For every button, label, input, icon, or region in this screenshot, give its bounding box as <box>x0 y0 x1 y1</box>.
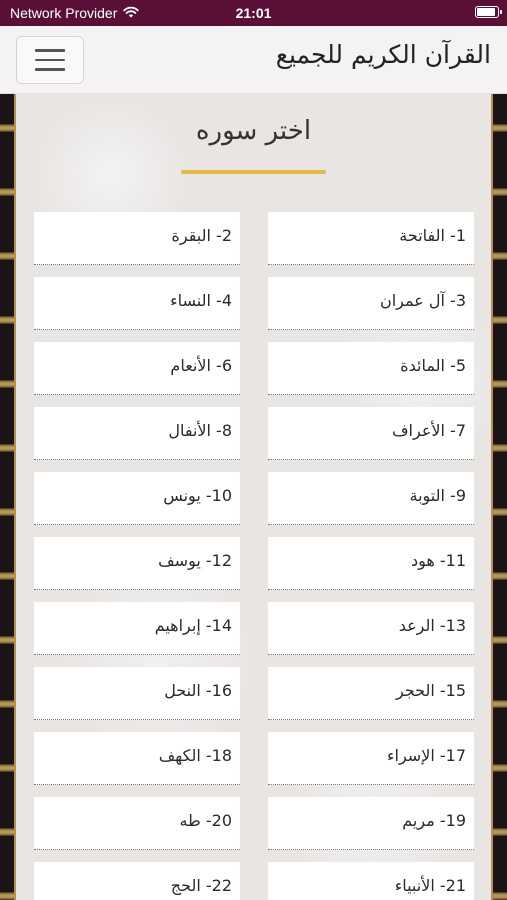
surah-item[interactable]: 15- الحجر <box>268 667 474 720</box>
surah-label: 3- آل عمران <box>379 291 466 310</box>
surah-label: 15- الحجر <box>395 681 466 700</box>
battery-icon <box>475 6 502 18</box>
surah-label: 7- الأعراف <box>391 421 466 440</box>
surah-label: 1- الفاتحة <box>399 226 466 245</box>
hamburger-icon-bar <box>35 49 65 52</box>
page-title: اختر سوره <box>195 116 312 146</box>
surah-item[interactable]: 11- هود <box>268 537 474 590</box>
surah-item[interactable]: 5- المائدة <box>268 342 474 395</box>
surah-item[interactable]: 21- الأنبياء <box>268 862 474 900</box>
surah-item[interactable]: 6- الأنعام <box>34 342 240 395</box>
status-time: 21:01 <box>235 5 272 21</box>
decorative-border-left <box>0 94 16 900</box>
surah-item[interactable]: 10- يونس <box>34 472 240 525</box>
surah-item[interactable]: 22- الحج <box>34 862 240 900</box>
surah-label: 10- يونس <box>163 486 232 505</box>
surah-item[interactable]: 14- إبراهيم <box>34 602 240 655</box>
hamburger-icon-bar <box>35 68 65 71</box>
title-underline <box>181 170 326 174</box>
surah-label: 11- هود <box>410 551 466 570</box>
status-bar: Network Provider 21:01 <box>0 0 507 26</box>
surah-label: 14- إبراهيم <box>154 616 232 635</box>
surah-item[interactable]: 8- الأنفال <box>34 407 240 460</box>
surah-label: 18- الكهف <box>158 746 232 765</box>
surah-item[interactable]: 12- يوسف <box>34 537 240 590</box>
surah-label: 6- الأنعام <box>170 356 232 375</box>
surah-grid: 2- البقرة 1- الفاتحة 4- النساء 3- آل عمران 6… <box>34 212 474 900</box>
surah-panel: اختر سوره 2- البقرة 1- الفاتحة 4- النساء 3-… <box>16 94 491 900</box>
surah-label: 12- يوسف <box>158 551 232 570</box>
surah-item[interactable]: 4- النساء <box>34 277 240 330</box>
decorative-border-right <box>491 94 507 900</box>
app-title: القرآن الكريم للجميع <box>275 40 491 69</box>
menu-button[interactable] <box>16 36 84 84</box>
surah-label: 17- الإسراء <box>387 746 466 765</box>
surah-item[interactable]: 18- الكهف <box>34 732 240 785</box>
surah-item[interactable]: 19- مريم <box>268 797 474 850</box>
app-header: القرآن الكريم للجميع <box>0 26 507 94</box>
surah-item[interactable]: 3- آل عمران <box>268 277 474 330</box>
surah-item[interactable]: 16- النحل <box>34 667 240 720</box>
surah-item[interactable]: 7- الأعراف <box>268 407 474 460</box>
surah-label: 9- التوبة <box>409 486 467 505</box>
surah-label: 22- الحج <box>170 876 232 895</box>
surah-item[interactable]: 20- طه <box>34 797 240 850</box>
hamburger-icon-bar <box>35 58 65 62</box>
surah-item[interactable]: 9- التوبة <box>268 472 474 525</box>
surah-label: 13- الرعد <box>398 616 466 635</box>
surah-item[interactable]: 17- الإسراء <box>268 732 474 785</box>
surah-label: 8- الأنفال <box>168 421 232 440</box>
surah-label: 20- طه <box>179 811 232 830</box>
surah-label: 16- النحل <box>164 681 232 700</box>
surah-item[interactable]: 2- البقرة <box>34 212 240 265</box>
surah-label: 4- النساء <box>170 291 232 310</box>
surah-item[interactable]: 1- الفاتحة <box>268 212 474 265</box>
surah-item[interactable]: 13- الرعد <box>268 602 474 655</box>
surah-label: 19- مريم <box>402 811 466 830</box>
surah-label: 21- الأنبياء <box>394 876 466 895</box>
surah-label: 5- المائدة <box>400 356 466 375</box>
surah-label: 2- البقرة <box>171 226 233 245</box>
